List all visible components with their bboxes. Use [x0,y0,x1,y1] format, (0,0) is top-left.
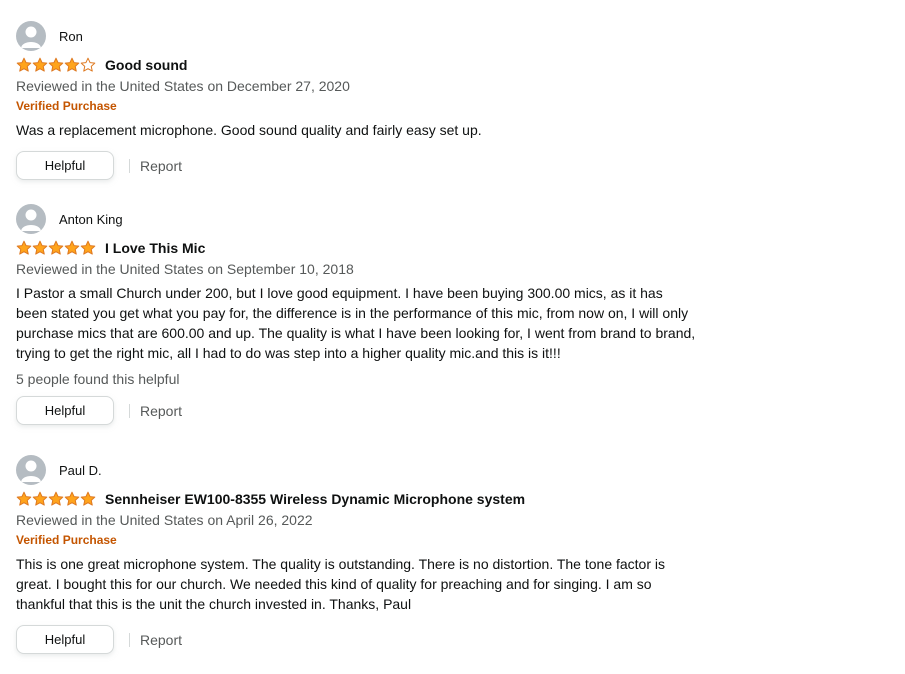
review-item: Anton King I Love This Mic Reviewed in t… [16,203,716,425]
verified-purchase-badge: Verified Purchase [16,533,117,547]
review-title[interactable]: Sennheiser EW100-8355 Wireless Dynamic M… [105,491,525,507]
review-title[interactable]: Good sound [105,57,187,73]
verified-purchase-badge: Verified Purchase [16,99,117,113]
review-title-row: Good sound [16,54,716,76]
profile-avatar-icon[interactable] [16,204,46,234]
review-item: Ron Good sound Reviewed in the United St… [16,20,716,180]
profile-name[interactable]: Anton King [59,212,123,227]
star-rating[interactable] [16,491,96,507]
star-full-icon [64,57,80,72]
star-full-icon [16,57,32,72]
helpful-count: 5 people found this helpful [16,371,180,387]
star-full-icon [64,240,80,255]
star-full-icon [32,57,48,72]
review-body: This is one great microphone system. The… [16,556,666,612]
review-body: I Pastor a small Church under 200, but I… [16,285,696,361]
review-date: Reviewed in the United States on April 2… [16,512,313,528]
review-item: Paul D. Sennheiser EW100-8355 Wireless D… [16,454,716,654]
review-profile: Anton King [16,203,716,235]
review-profile: Ron [16,20,716,52]
helpful-button[interactable]: Helpful [16,625,114,654]
profile-avatar-icon[interactable] [16,21,46,51]
star-rating[interactable] [16,57,96,73]
review-title-row: Sennheiser EW100-8355 Wireless Dynamic M… [16,488,716,510]
star-full-icon [16,240,32,255]
review-date: Reviewed in the United States on Septemb… [16,261,354,277]
review-title-row: I Love This Mic [16,237,716,259]
star-full-icon [48,57,64,72]
report-link[interactable]: Report [140,403,182,419]
star-full-icon [80,491,96,506]
star-full-icon [16,491,32,506]
star-full-icon [32,240,48,255]
report-link[interactable]: Report [140,632,182,648]
review-profile: Paul D. [16,454,716,486]
action-divider [129,403,130,418]
review-actions: Helpful Report [16,625,716,654]
star-full-icon [64,491,80,506]
review-date: Reviewed in the United States on Decembe… [16,78,350,94]
star-full-icon [80,240,96,255]
helpful-button[interactable]: Helpful [16,396,114,425]
star-rating[interactable] [16,240,96,256]
review-actions: Helpful Report [16,396,716,425]
profile-avatar-icon[interactable] [16,455,46,485]
helpful-button[interactable]: Helpful [16,151,114,180]
profile-name[interactable]: Ron [59,29,83,44]
star-full-icon [48,491,64,506]
report-link[interactable]: Report [140,158,182,174]
action-divider [129,632,130,647]
review-actions: Helpful Report [16,151,716,180]
review-body: Was a replacement microphone. Good sound… [16,122,482,138]
action-divider [129,158,130,173]
star-empty-icon [80,57,96,72]
profile-name[interactable]: Paul D. [59,463,102,478]
star-full-icon [32,491,48,506]
star-full-icon [48,240,64,255]
review-title[interactable]: I Love This Mic [105,240,205,256]
